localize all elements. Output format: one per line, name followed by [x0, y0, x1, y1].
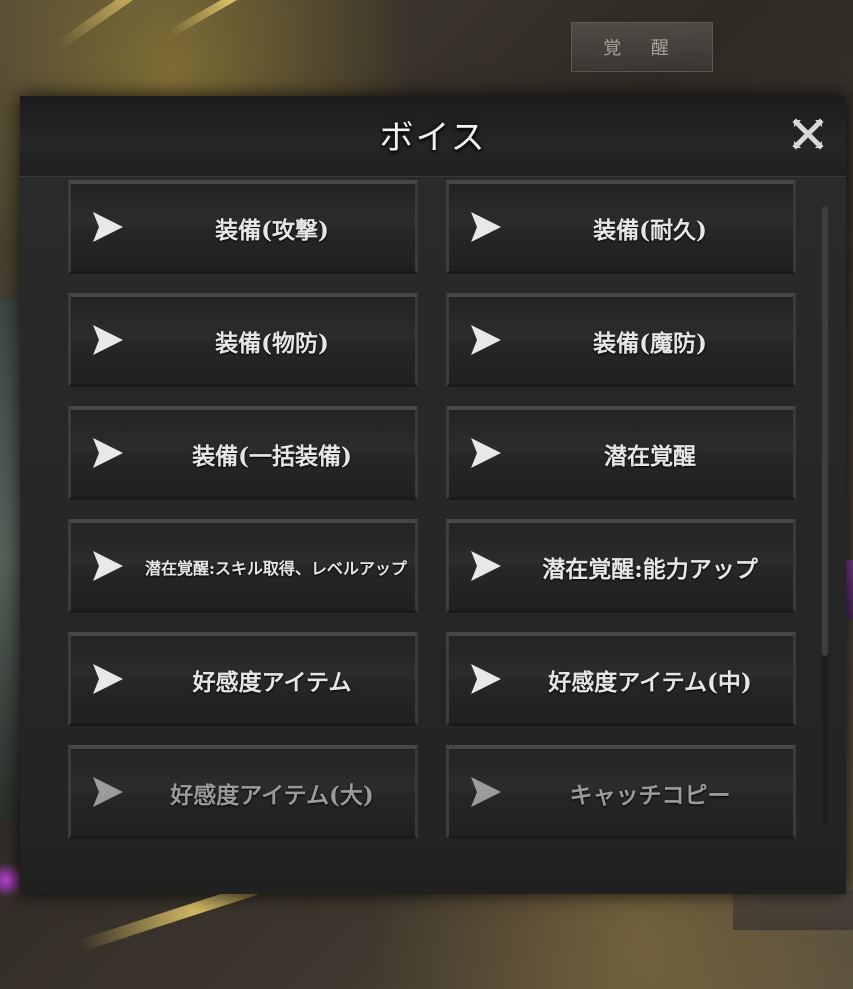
voice-item-label: 潜在覚醒 — [604, 442, 696, 470]
play-triangle-icon — [93, 777, 123, 807]
scrollbar[interactable] — [822, 206, 828, 826]
voice-dialog: ボイス 装備(攻撃) 装備(耐久) 装備(物防) 装備(魔防) 装備(一括装備) 潜在覚醒… — [20, 96, 846, 894]
voice-item-label: 装備(一括装備) — [192, 442, 352, 470]
voice-item-label: 好感度アイテム(大) — [170, 781, 374, 809]
game-screen: 覚 醒 ボイス 装備(攻撃) 装備(耐久) 装備(物防) 装備(魔防) 装備(一括装備)… — [0, 0, 853, 989]
play-triangle-icon — [471, 212, 501, 242]
voice-play-button[interactable]: 好感度アイテム(大) — [68, 745, 418, 839]
voice-play-button[interactable]: 好感度アイテム — [68, 632, 418, 726]
voice-play-button[interactable]: 潜在覚醒 — [446, 406, 796, 500]
voice-play-button[interactable]: 装備(魔防) — [446, 293, 796, 387]
play-triangle-icon — [471, 664, 501, 694]
voice-item-label: キャッチコピー — [569, 781, 731, 809]
play-triangle-icon — [93, 325, 123, 355]
voice-play-button[interactable]: 潜在覚醒:スキル取得、レベルアップ — [68, 519, 418, 613]
voice-item-label: 潜在覚醒:能力アップ — [542, 555, 758, 583]
voice-item-label: 好感度アイテム — [192, 668, 352, 696]
voice-play-button[interactable]: キャッチコピー — [446, 745, 796, 839]
close-x-icon — [792, 118, 824, 150]
close-button[interactable] — [788, 114, 828, 154]
play-triangle-icon — [471, 438, 501, 468]
play-triangle-icon — [471, 325, 501, 355]
voice-play-button[interactable]: 潜在覚醒:能力アップ — [446, 519, 796, 613]
play-triangle-icon — [93, 664, 123, 694]
voice-item-label: 装備(魔防) — [593, 329, 707, 357]
background-bottom-button — [733, 890, 853, 930]
voice-item-label: 潜在覚醒:スキル取得、レベルアップ — [145, 558, 407, 578]
background-light-streak — [168, 0, 294, 38]
voice-play-button[interactable]: 装備(攻撃) — [68, 180, 418, 274]
voice-item-label: 装備(物防) — [215, 329, 329, 357]
voice-item-label: 装備(攻撃) — [215, 216, 329, 244]
background-glow — [0, 860, 22, 900]
voice-play-button[interactable]: 好感度アイテム(中) — [446, 632, 796, 726]
dialog-title: ボイス — [379, 118, 487, 158]
play-triangle-icon — [471, 777, 501, 807]
voice-item-label: 好感度アイテム(中) — [548, 668, 752, 696]
play-triangle-icon — [93, 438, 123, 468]
voice-play-button[interactable]: 装備(物防) — [68, 293, 418, 387]
voice-play-button[interactable]: 装備(一括装備) — [68, 406, 418, 500]
background-awaken-button: 覚 醒 — [571, 22, 713, 72]
play-triangle-icon — [471, 551, 501, 581]
dialog-header: ボイス — [20, 96, 846, 177]
voice-list[interactable]: 装備(攻撃) 装備(耐久) 装備(物防) 装備(魔防) 装備(一括装備) 潜在覚醒潜在覚醒… — [64, 178, 824, 878]
play-triangle-icon — [93, 212, 123, 242]
voice-play-button[interactable]: 装備(耐久) — [446, 180, 796, 274]
scrollbar-thumb[interactable] — [822, 206, 828, 656]
voice-item-label: 装備(耐久) — [593, 216, 707, 244]
play-triangle-icon — [93, 551, 123, 581]
